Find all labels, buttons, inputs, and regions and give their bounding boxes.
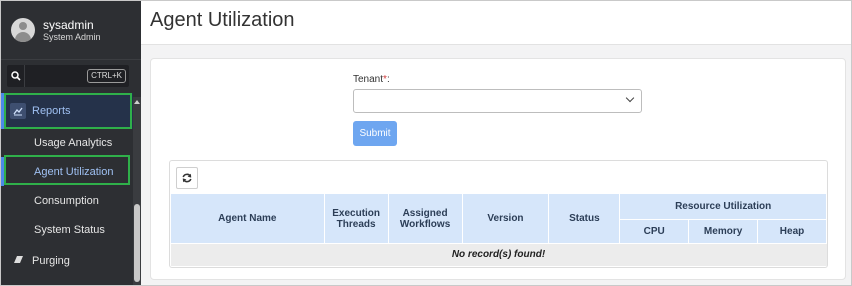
refresh-button[interactable] bbox=[176, 167, 198, 189]
sidebar-item-agent-utilization[interactable]: Agent Utilization bbox=[1, 157, 133, 186]
agents-table-panel: Agent Name Execution Threads Assigned Work… bbox=[169, 160, 828, 268]
column-header-heap[interactable]: Heap bbox=[757, 219, 827, 244]
sidebar-item-label: Agent Utilization bbox=[34, 165, 114, 178]
sidebar-item-usage-analytics[interactable]: Usage Analytics bbox=[1, 128, 133, 157]
avatar bbox=[11, 18, 35, 42]
column-header-agent-name[interactable]: Agent Name bbox=[170, 193, 325, 244]
column-header-version[interactable]: Version bbox=[461, 193, 550, 244]
column-header-status[interactable]: Status bbox=[548, 193, 621, 244]
user-name: sysadmin bbox=[43, 17, 94, 32]
content-card: Tenant*: Submit Agent Name Execution Thr… bbox=[150, 58, 846, 280]
tenant-select[interactable] bbox=[353, 89, 642, 113]
sidebar: sysadmin System Admin CTRL+K Reports Usa… bbox=[1, 1, 141, 285]
column-header-cpu[interactable]: CPU bbox=[619, 219, 690, 244]
page-title: Agent Utilization bbox=[150, 9, 295, 31]
column-header-execution-threads[interactable]: Execution Threads bbox=[323, 193, 389, 244]
sidebar-item-label: Purging bbox=[32, 255, 70, 267]
empty-state-message: No record(s) found! bbox=[170, 243, 827, 266]
sidebar-item-label: Reports bbox=[32, 105, 71, 117]
eraser-icon bbox=[13, 255, 24, 267]
header-bar: Agent Utilization bbox=[141, 1, 851, 45]
sidebar-scrollbar[interactable] bbox=[133, 97, 141, 285]
sidebar-item-label: Usage Analytics bbox=[34, 136, 113, 149]
column-header-assigned-workflows[interactable]: Assigned Workflows bbox=[387, 193, 463, 244]
sidebar-item-purging[interactable]: Purging bbox=[1, 247, 133, 275]
chevron-down-icon bbox=[625, 93, 635, 103]
agents-table: Agent Name Execution Threads Assigned Work… bbox=[170, 193, 827, 266]
chart-line-icon bbox=[10, 103, 26, 119]
search-icon[interactable] bbox=[7, 65, 25, 87]
refresh-icon bbox=[182, 173, 192, 183]
column-header-memory[interactable]: Memory bbox=[688, 219, 759, 244]
sidebar-item-consumption[interactable]: Consumption bbox=[1, 186, 133, 215]
scrollbar-thumb[interactable] bbox=[134, 204, 140, 282]
tenant-label: Tenant*: bbox=[353, 74, 390, 85]
sidebar-item-label: System Status bbox=[34, 223, 105, 236]
main-content: Agent Utilization Tenant*: Submit Agent … bbox=[141, 1, 851, 285]
search-shortcut: CTRL+K bbox=[87, 69, 126, 83]
sidebar-item-system-status[interactable]: System Status bbox=[1, 215, 133, 244]
column-header-resource-utilization: Resource Utilization bbox=[619, 193, 827, 220]
user-role: System Admin bbox=[43, 31, 101, 42]
sidebar-item-label: Consumption bbox=[34, 194, 99, 207]
submit-button[interactable]: Submit bbox=[353, 121, 397, 146]
search-bar[interactable]: CTRL+K bbox=[7, 65, 129, 87]
user-profile[interactable]: sysadmin System Admin bbox=[1, 1, 141, 60]
sidebar-item-reports[interactable]: Reports bbox=[1, 93, 133, 129]
scroll-up-icon[interactable] bbox=[134, 100, 140, 104]
